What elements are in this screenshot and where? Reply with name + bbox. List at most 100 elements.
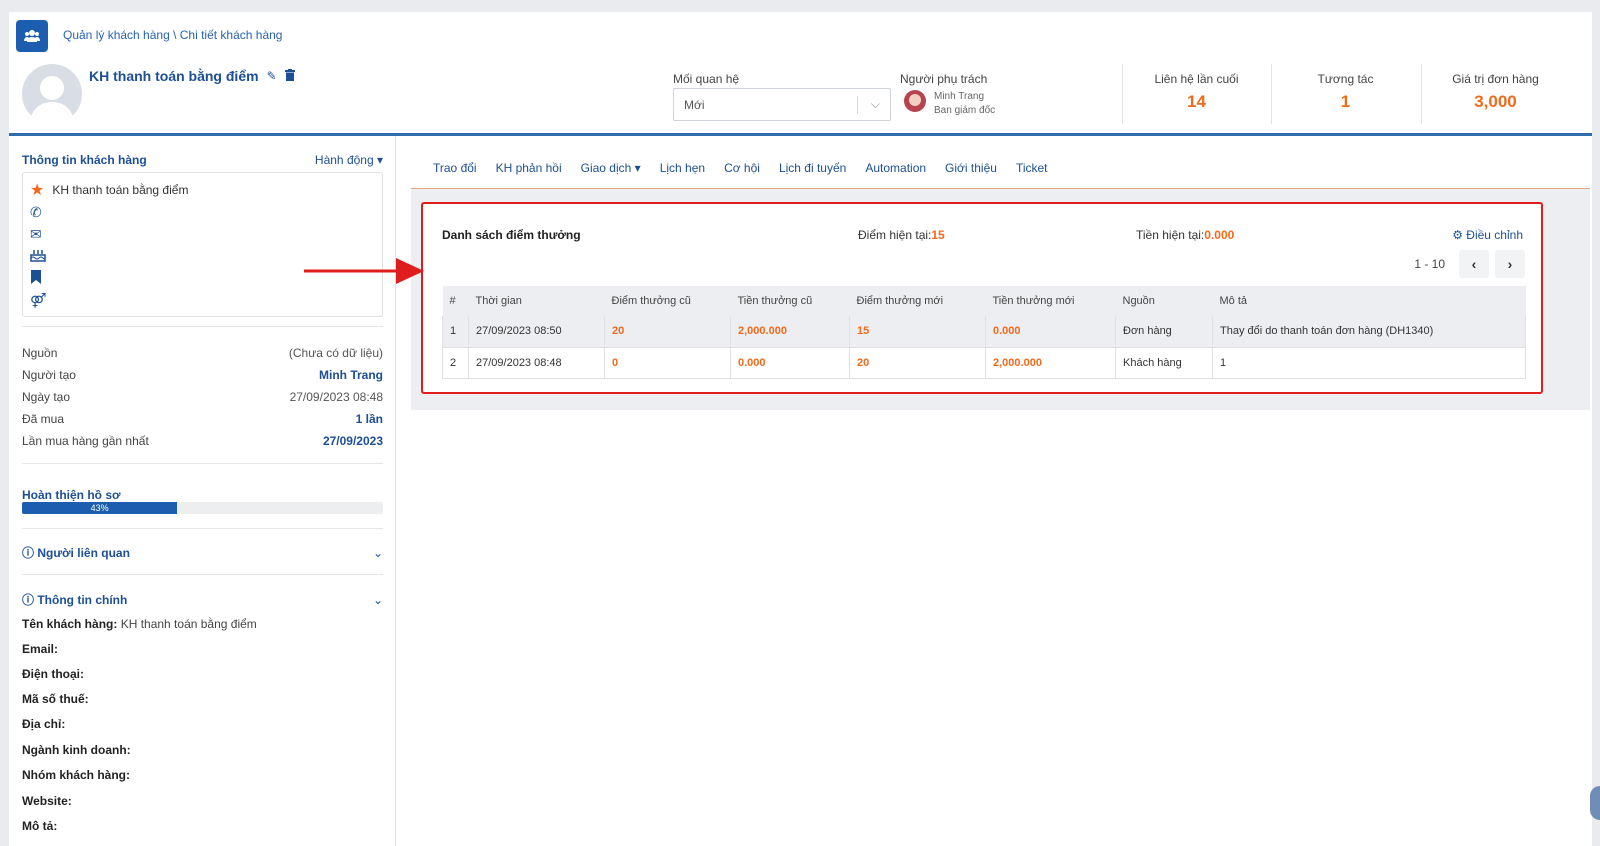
kv-key: Người tạo	[22, 368, 76, 382]
field-description: Mô tả:	[22, 819, 57, 833]
kv-value[interactable]: 27/09/2023	[323, 434, 383, 448]
tab-exchange[interactable]: Trao đổi	[433, 161, 477, 175]
owner-role: Ban giám đốc	[934, 105, 996, 116]
kv-value: 27/09/2023 08:48	[289, 390, 383, 404]
pagination: 1 - 10 ‹ ›	[1414, 250, 1525, 278]
bookmark-icon	[30, 269, 42, 287]
field-key: Nhóm khách hàng:	[22, 768, 131, 782]
tab-ticket[interactable]: Ticket	[1016, 161, 1048, 175]
col-new-money: Tiền thưởng mới	[985, 286, 1116, 316]
cell-description: Thay đổi do thanh toán đơn hàng (DH1340)	[1212, 316, 1526, 348]
field-key: Địa chỉ:	[22, 717, 66, 731]
next-page-button[interactable]: ›	[1495, 250, 1525, 278]
stat-value: 3,000	[1474, 92, 1517, 111]
stat-value: 1	[1340, 92, 1351, 111]
prev-page-button[interactable]: ‹	[1459, 250, 1489, 278]
breadcrumb[interactable]: Quản lý khách hàng \ Chi tiết khách hàng	[63, 28, 282, 42]
owner-name: Minh Trang	[934, 91, 985, 102]
kv-key: Lần mua hàng gần nhất	[22, 434, 149, 448]
select-separator	[857, 96, 858, 114]
tab-feedback[interactable]: KH phản hồi	[496, 161, 562, 175]
cell-old-money: 2,000.000	[730, 316, 850, 348]
owner-avatar	[904, 90, 926, 112]
tab-appointments[interactable]: Lịch hẹn	[660, 161, 705, 175]
birthday-cake-icon	[30, 248, 46, 265]
actions-dropdown[interactable]: Hành động ▾	[315, 153, 383, 167]
field-key: Tên khách hàng:	[22, 617, 118, 631]
help-widget[interactable]	[1590, 786, 1600, 820]
reward-points-table: # Thời gian Điểm thưởng cũ Tiền thưởng c…	[442, 286, 1526, 379]
kv-value[interactable]: 1 lần	[356, 412, 383, 426]
customer-avatar	[22, 64, 82, 124]
chevron-down-icon[interactable]: ⌄	[373, 593, 383, 607]
field-tax-code: Mã số thuế:	[22, 692, 89, 706]
info-icon: ⓘ	[22, 546, 38, 560]
cell-new-points: 20	[849, 347, 986, 379]
delete-icon[interactable]	[284, 68, 295, 84]
tab-bar: Trao đổi KH phản hồi Giao dịch ▾ Lịch hẹ…	[433, 161, 1048, 175]
stat-interactions: Tương tác 1	[1271, 64, 1419, 124]
gender-icon: ⚤	[30, 291, 47, 308]
tab-routes[interactable]: Lịch đi tuyến	[779, 161, 846, 175]
chevron-down-icon[interactable]: ⌄	[373, 546, 383, 560]
edit-icon[interactable]: ✎	[267, 69, 277, 83]
field-value: KH thanh toán bằng điểm	[120, 617, 257, 631]
stat-label: Giá trị đơn hàng	[1452, 72, 1539, 86]
kv-key: Nguồn	[22, 346, 58, 360]
cell-old-points: 0	[604, 347, 731, 379]
kv-value[interactable]: Minh Trang	[319, 368, 383, 382]
profile-progress-fill: 43%	[22, 502, 178, 514]
relationship-value: Mới	[684, 97, 705, 112]
chevron-right-icon: ›	[1507, 256, 1513, 272]
field-customer-group: Nhóm khách hàng:	[22, 768, 130, 782]
field-key: Ngành kinh doanh:	[22, 743, 131, 757]
col-new-points: Điểm thưởng mới	[849, 286, 986, 316]
kv-purchased: Đã mua 1 lần	[22, 412, 383, 426]
cell-old-money: 0.000	[730, 347, 850, 379]
stat-value: 14	[1187, 92, 1206, 111]
adjust-button[interactable]: ⚙ Điều chỉnh	[1452, 228, 1523, 242]
kv-key: Đã mua	[22, 412, 65, 426]
col-index: #	[442, 286, 469, 316]
info-icon: ⓘ	[22, 593, 38, 607]
owner-info[interactable]: Minh Trang Ban giám đốc	[904, 90, 995, 118]
star-icon[interactable]: ★	[30, 180, 44, 200]
chevron-left-icon: ‹	[1471, 256, 1477, 272]
customer-title: KH thanh toán bằng điểm ✎	[89, 68, 295, 84]
email-icon[interactable]: ✉	[30, 226, 42, 243]
main-info-accordion[interactable]: ⓘ Thông tin chính ⌄	[22, 591, 383, 608]
kv-creator: Người tạo Minh Trang	[22, 368, 383, 382]
field-industry: Ngành kinh doanh:	[22, 743, 131, 757]
tab-opportunities[interactable]: Cơ hội	[724, 161, 760, 175]
tab-transactions[interactable]: Giao dịch ▾	[581, 161, 641, 175]
table-row[interactable]: 2 27/09/2023 08:48 0 0.000 20 2,000.000 …	[442, 347, 1526, 379]
stat-last-contact: Liên hệ lần cuối 14	[1122, 64, 1270, 124]
tab-automation[interactable]: Automation	[865, 161, 926, 175]
col-time: Thời gian	[468, 286, 605, 316]
stat-order-value: Giá trị đơn hàng 3,000	[1421, 64, 1569, 124]
page-header: Quản lý khách hàng \ Chi tiết khách hàng…	[9, 12, 1592, 134]
cell-source: Đơn hàng	[1115, 316, 1213, 348]
points-label: Điểm hiện tại:	[858, 228, 932, 242]
current-money: Tiền hiện tại:0.000	[1136, 228, 1234, 242]
cell-description: 1	[1212, 347, 1526, 379]
money-label: Tiền hiện tại:	[1136, 228, 1205, 242]
phone-icon[interactable]: ✆	[30, 204, 42, 221]
accordion-title: Người liên quan	[37, 546, 130, 560]
col-description: Mô tả	[1212, 286, 1526, 316]
divider	[22, 326, 383, 327]
reward-points-card: Danh sách điểm thưởng Điểm hiện tại:15 T…	[421, 202, 1543, 394]
tab-referral[interactable]: Giới thiệu	[945, 161, 997, 175]
cell-source: Khách hàng	[1115, 347, 1213, 379]
annotation-arrow-icon	[304, 258, 424, 284]
related-people-accordion[interactable]: ⓘ Người liên quan ⌄	[22, 544, 383, 561]
col-source: Nguồn	[1115, 286, 1213, 316]
accordion-title: Thông tin chính	[37, 593, 128, 607]
field-email: Email:	[22, 642, 58, 656]
info-customer-name: KH thanh toán bằng điểm	[52, 183, 189, 197]
relationship-select[interactable]: Mới ⌵	[673, 88, 891, 121]
customers-home-button[interactable]	[16, 20, 48, 52]
kv-last-purchase: Lần mua hàng gần nhất 27/09/2023	[22, 434, 383, 448]
table-row[interactable]: 1 27/09/2023 08:50 20 2,000.000 15 0.000…	[442, 316, 1526, 348]
profile-progress-bar: 43%	[22, 502, 383, 514]
